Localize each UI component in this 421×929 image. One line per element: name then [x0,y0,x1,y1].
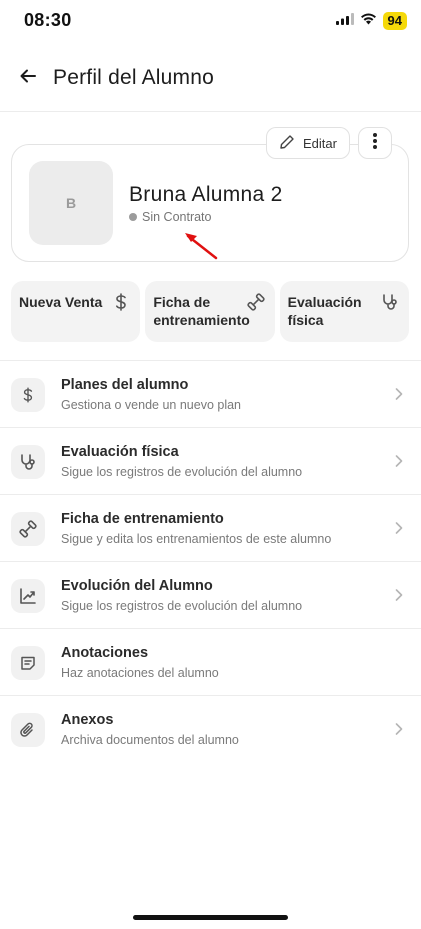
menu-item-ficha[interactable]: Ficha de entrenamiento Sigue y edita los… [0,495,421,562]
quick-actions: Nueva Venta Ficha de entrenamiento Evalu… [11,281,409,342]
page-title: Perfil del Alumno [53,66,214,89]
chevron-right-icon [393,721,405,737]
dollar-icon [11,378,45,412]
menu-item-subtitle: Sigue y edita los entrenamientos de este… [61,532,332,546]
status-time: 08:30 [24,10,72,30]
avatar-initial: B [65,195,77,211]
dollar-icon [111,292,131,312]
dumbbell-icon [11,512,45,546]
more-vertical-icon [373,132,377,154]
menu-item-evolucion[interactable]: Evolución del Alumno Sigue los registros… [0,562,421,629]
status-bar: 08:30 94 [0,0,421,42]
edit-button[interactable]: Editar [266,127,350,159]
pencil-icon [279,134,295,153]
annotation-arrow-icon [178,224,228,264]
menu-item-title: Anotaciones [61,645,149,661]
quick-action-label: Ficha de entrenamiento [153,294,250,328]
edit-label: Editar [303,135,337,151]
contract-status: Sin Contrato [129,210,211,224]
student-name: Bruna Alumna 2 [129,183,283,206]
menu-item-anotaciones[interactable]: Anotaciones Haz anotaciones del alumno [0,629,421,696]
menu-item-anexos[interactable]: Anexos Archiva documentos del alumno [0,696,421,763]
stethoscope-icon [380,292,400,312]
status-icons: 94 [335,12,407,30]
menu-item-title: Anexos [61,712,114,728]
more-options-button[interactable] [358,127,392,159]
quick-action-nueva-venta[interactable]: Nueva Venta [11,281,141,342]
dumbbell-icon [246,292,266,312]
quick-action-label: Evaluación física [287,294,362,328]
menu-item-title: Ficha de entrenamiento [61,511,224,527]
home-indicator[interactable] [133,915,288,920]
status-dot [129,213,137,221]
trending-up-icon [11,579,45,613]
menu-item-evaluacion[interactable]: Evaluación física Sigue los registros de… [0,428,421,495]
menu-item-subtitle: Haz anotaciones del alumno [61,666,219,680]
arrow-left-icon [20,68,36,89]
menu-item-title: Evaluación física [61,444,179,460]
menu-item-subtitle: Sigue los registros de evolución del alu… [61,465,303,479]
stethoscope-icon [11,445,45,479]
back-button[interactable] [16,66,40,90]
wifi-icon [360,12,377,30]
avatar: B [29,161,113,245]
menu-item-planes[interactable]: Planes del alumno Gestiona o vende un nu… [0,361,421,428]
cellular-signal-icon [335,12,354,30]
quick-action-label: Nueva Venta [19,294,103,310]
menu-item-title: Evolución del Alumno [61,578,213,594]
quick-action-evaluacion-fisica[interactable]: Evaluación física [279,281,409,342]
quick-action-ficha-entrenamiento[interactable]: Ficha de entrenamiento [145,281,275,342]
chevron-right-icon [393,453,405,469]
battery-icon: 94 [382,12,407,30]
menu-item-subtitle: Gestiona o vende un nuevo plan [61,398,241,412]
note-icon [11,646,45,680]
menu-item-title: Planes del alumno [61,377,189,393]
menu-item-subtitle: Sigue los registros de evolución del alu… [61,599,303,613]
contract-status-label: Sin Contrato [142,210,212,224]
chevron-right-icon [393,520,405,536]
paperclip-icon [11,713,45,747]
chevron-right-icon [393,587,405,603]
chevron-right-icon [393,386,405,402]
app-header: Perfil del Alumno [0,56,421,112]
profile-menu: Planes del alumno Gestiona o vende un nu… [0,360,421,763]
menu-item-subtitle: Archiva documentos del alumno [61,733,239,747]
